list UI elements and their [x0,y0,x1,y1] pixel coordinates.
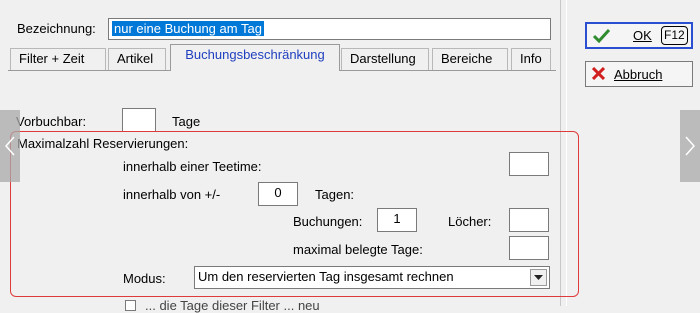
belegte-tage-label: maximal belegte Tage: [293,242,423,257]
loecher-label: Löcher: [448,214,492,229]
tab-info[interactable]: Info [511,48,551,70]
tab-filter-zeit[interactable]: Filter + Zeit [10,48,106,70]
bezeichnung-input[interactable]: nur eine Buchung am Tag [108,18,551,40]
bezeichnung-label: Bezeichnung: [17,21,96,36]
abbruch-label: Abbruch [614,67,663,82]
innerhalb-tage-input[interactable]: 0 [258,182,298,206]
tab-darstellung[interactable]: Darstellung [341,48,429,70]
ok-label: OK [633,28,652,43]
vorbuchbar-unit: Tage [172,114,201,129]
ok-button[interactable]: OK F12 [585,22,693,49]
vorbuchbar-input[interactable] [122,108,156,132]
chevron-down-icon[interactable] [530,269,547,286]
panel-divider-left [560,0,561,306]
modus-label: Modus: [123,271,166,286]
next-arrow-icon[interactable] [680,110,700,182]
buchungen-input[interactable]: 1 [377,208,417,232]
innerhalb-label: innerhalb von +/- [123,187,221,202]
check-icon [592,28,611,46]
teetime-input[interactable] [509,152,549,176]
tab-bereiche[interactable]: Bereiche [432,48,508,70]
belegte-tage-input[interactable] [509,236,549,260]
tab-artikel[interactable]: Artikel [108,48,166,70]
abbruch-button[interactable]: Abbruch [585,61,693,87]
buchungen-label: Buchungen: [293,214,363,229]
tab-buchungsbeschraenkung[interactable]: Buchungsbeschränkung [170,44,340,71]
innerhalb-unit: Tagen: [315,187,355,202]
close-icon [591,66,606,83]
max-reservierungen-heading: Maximalzahl Reservierungen: [17,136,189,151]
panel-divider-right [566,0,567,306]
modus-value: Um den reservierten Tag insgesamt rechne… [198,269,454,284]
teetime-label: innerhalb einer Teetime: [123,159,262,174]
modus-select[interactable]: Um den reservierten Tag insgesamt rechne… [194,266,550,289]
vorbuchbar-label: Vorbuchbar: [16,114,87,129]
bezeichnung-value: nur eine Buchung am Tag [112,21,264,36]
prev-arrow-icon[interactable] [0,110,20,182]
loecher-input[interactable] [509,208,549,232]
ok-hotkey: F12 [661,26,688,45]
